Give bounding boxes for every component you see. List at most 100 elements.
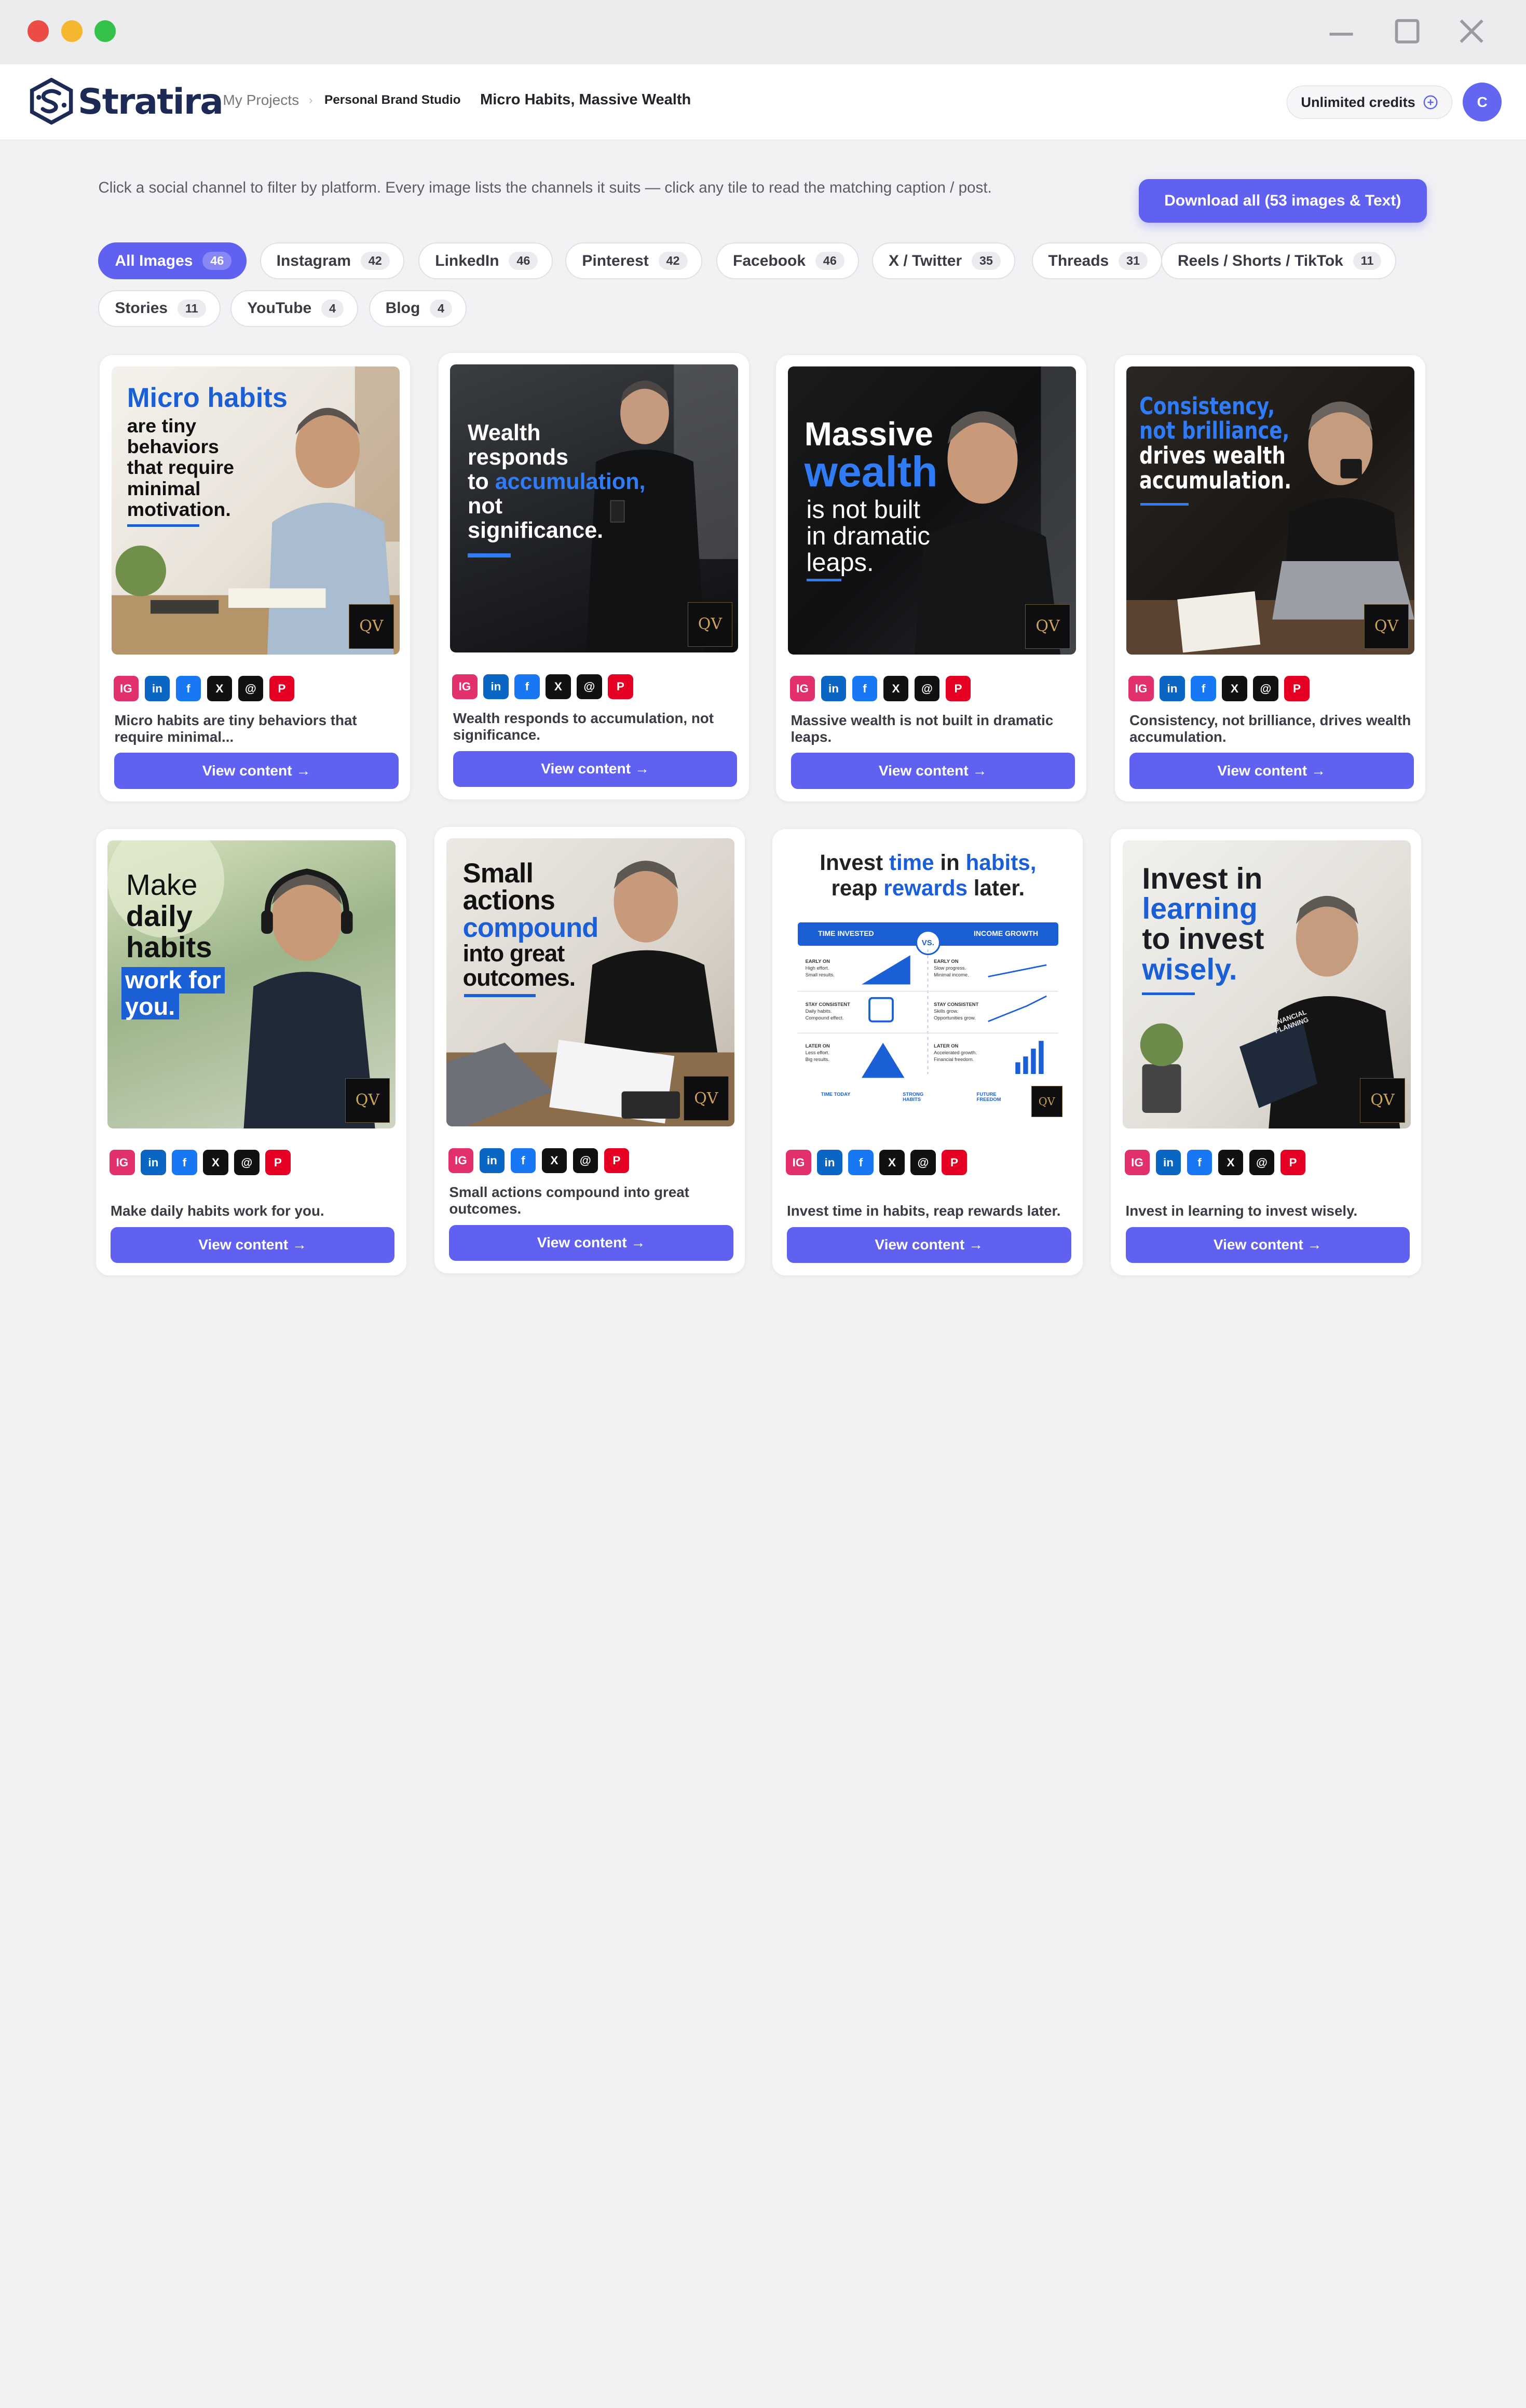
linkedin-icon[interactable]: in: [144, 676, 170, 701]
pinterest-icon[interactable]: P: [608, 674, 633, 700]
filter-blog[interactable]: Blog 4: [369, 290, 467, 327]
footer-time-today: TIME TODAY: [821, 1091, 851, 1097]
filter-threads[interactable]: Threads 31: [1031, 242, 1163, 280]
linkedin-icon[interactable]: in: [1160, 676, 1185, 701]
content-card[interactable]: Micro habits are tiny behaviors that requi…: [99, 354, 411, 802]
x-twitter-icon[interactable]: X: [1222, 676, 1247, 701]
card-image[interactable]: Massive wealth is not built in dramatic le…: [787, 366, 1076, 655]
x-twitter-icon[interactable]: X: [207, 676, 233, 701]
threads-icon[interactable]: @: [1253, 676, 1278, 701]
filter-instagram[interactable]: Instagram 42: [260, 242, 405, 280]
instagram-icon[interactable]: IG: [110, 1150, 135, 1176]
breadcrumb-my-projects[interactable]: My Projects: [223, 92, 299, 108]
view-content-button[interactable]: View content →: [110, 1227, 395, 1263]
facebook-icon[interactable]: f: [1187, 1150, 1212, 1176]
linkedin-icon[interactable]: in: [817, 1150, 842, 1176]
facebook-icon[interactable]: f: [852, 676, 878, 701]
window-titlebar: [0, 0, 1526, 64]
view-content-button[interactable]: View content →: [787, 1227, 1071, 1263]
filter-reels-shorts-tiktok[interactable]: Reels / Shorts / TikTok 11: [1161, 242, 1396, 280]
view-content-button[interactable]: View content →: [453, 751, 738, 787]
minimize-icon[interactable]: [1324, 13, 1359, 49]
instagram-icon[interactable]: IG: [113, 676, 139, 701]
credits-badge[interactable]: Unlimited credits: [1286, 86, 1452, 119]
linkedin-icon[interactable]: in: [483, 674, 509, 700]
linkedin-icon[interactable]: in: [1155, 1150, 1181, 1176]
content-card[interactable]: Small actions compound into great outcomes. …: [434, 826, 746, 1274]
facebook-icon[interactable]: f: [172, 1150, 197, 1176]
x-twitter-icon[interactable]: X: [883, 676, 909, 701]
content-card[interactable]: Consistency, not brilliance, drives wealth…: [1114, 354, 1426, 802]
linkedin-icon[interactable]: in: [141, 1150, 166, 1176]
maximize-icon[interactable]: [1390, 13, 1425, 49]
download-all-button[interactable]: Download all (53 images & Text): [1138, 179, 1427, 223]
content-card[interactable]: Make daily habits work for you. QV IG in f X @ P…: [95, 828, 407, 1276]
threads-icon[interactable]: @: [910, 1150, 936, 1176]
instagram-icon[interactable]: IG: [786, 1150, 811, 1176]
content-card[interactable]: Invest in learning to invest wisely. FINANC…: [1110, 828, 1422, 1276]
filter-pinterest[interactable]: Pinterest 42: [565, 242, 702, 280]
filter-linkedin[interactable]: LinkedIn 46: [418, 242, 553, 280]
pinterest-icon[interactable]: P: [1280, 1150, 1306, 1176]
instagram-icon[interactable]: IG: [789, 676, 815, 701]
linkedin-icon[interactable]: in: [479, 1148, 505, 1174]
card-image[interactable]: Micro habits are tiny behaviors that requi…: [111, 366, 400, 655]
close-dot[interactable]: [27, 20, 49, 42]
brand-logo[interactable]: Stratira: [29, 78, 224, 125]
filter-stories[interactable]: Stories 11: [98, 290, 221, 327]
view-content-button[interactable]: View content →: [114, 753, 399, 789]
minimize-dot[interactable]: [61, 20, 83, 42]
facebook-icon[interactable]: f: [1191, 676, 1216, 701]
close-icon[interactable]: [1454, 13, 1489, 49]
breadcrumb-project-title: Micro Habits, Massive Wealth: [480, 91, 691, 108]
card-image[interactable]: Invest in learning to invest wisely. FINANC…: [1122, 840, 1411, 1129]
filter-youtube[interactable]: YouTube 4: [230, 290, 359, 327]
threads-icon[interactable]: @: [577, 674, 602, 700]
x-twitter-icon[interactable]: X: [879, 1150, 905, 1176]
card-image[interactable]: Wealth responds to accumulation, not signifi…: [450, 364, 739, 653]
pinterest-icon[interactable]: P: [945, 676, 971, 701]
facebook-icon[interactable]: f: [175, 676, 201, 701]
instagram-icon[interactable]: IG: [1128, 676, 1154, 701]
credits-label: Unlimited credits: [1301, 93, 1415, 110]
zoom-dot[interactable]: [94, 20, 116, 42]
threads-icon[interactable]: @: [573, 1148, 598, 1174]
view-content-button[interactable]: View content →: [449, 1225, 733, 1261]
threads-icon[interactable]: @: [914, 676, 940, 701]
threads-icon[interactable]: @: [238, 676, 264, 701]
instagram-icon[interactable]: IG: [1124, 1150, 1150, 1176]
content-card[interactable]: Massive wealth is not built in dramatic le…: [775, 354, 1087, 802]
linkedin-icon[interactable]: in: [821, 676, 847, 701]
x-twitter-icon[interactable]: X: [203, 1150, 228, 1176]
x-twitter-icon[interactable]: X: [1218, 1150, 1244, 1176]
pinterest-icon[interactable]: P: [942, 1150, 967, 1176]
filter-all-images[interactable]: All Images 46: [98, 242, 247, 280]
filter-x-twitter[interactable]: X / Twitter 35: [872, 242, 1016, 280]
facebook-icon[interactable]: f: [514, 674, 540, 700]
pinterest-icon[interactable]: P: [604, 1148, 630, 1174]
content-card[interactable]: Invest time in habits, reap rewards late…: [771, 828, 1083, 1276]
content-card[interactable]: Wealth responds to accumulation, not signifi…: [438, 352, 750, 800]
threads-icon[interactable]: @: [1249, 1150, 1275, 1176]
view-content-button[interactable]: View content →: [1125, 1227, 1410, 1263]
instagram-icon[interactable]: IG: [452, 674, 478, 700]
filter-facebook[interactable]: Facebook 46: [716, 242, 860, 280]
avatar[interactable]: C: [1463, 83, 1502, 122]
facebook-icon[interactable]: f: [510, 1148, 536, 1174]
card-image[interactable]: Invest time in habits, reap rewards late…: [784, 840, 1072, 1129]
view-content-button[interactable]: View content →: [791, 753, 1075, 789]
card-image[interactable]: Small actions compound into great outcomes. …: [446, 838, 734, 1127]
card-image[interactable]: Make daily habits work for you. QV: [107, 840, 396, 1129]
pinterest-icon[interactable]: P: [269, 676, 295, 701]
pinterest-icon[interactable]: P: [265, 1150, 291, 1176]
pinterest-icon[interactable]: P: [1284, 676, 1310, 701]
x-twitter-icon[interactable]: X: [541, 1148, 567, 1174]
breadcrumb-studio[interactable]: Personal Brand Studio: [324, 93, 461, 107]
facebook-icon[interactable]: f: [848, 1150, 874, 1176]
card-image[interactable]: Consistency, not brilliance, drives wealth…: [1126, 366, 1415, 655]
x-twitter-icon[interactable]: X: [546, 674, 571, 700]
instagram-icon[interactable]: IG: [448, 1148, 474, 1174]
view-content-button[interactable]: View content →: [1129, 753, 1414, 789]
threads-icon[interactable]: @: [234, 1150, 260, 1176]
filter-label: LinkedIn: [435, 252, 499, 269]
